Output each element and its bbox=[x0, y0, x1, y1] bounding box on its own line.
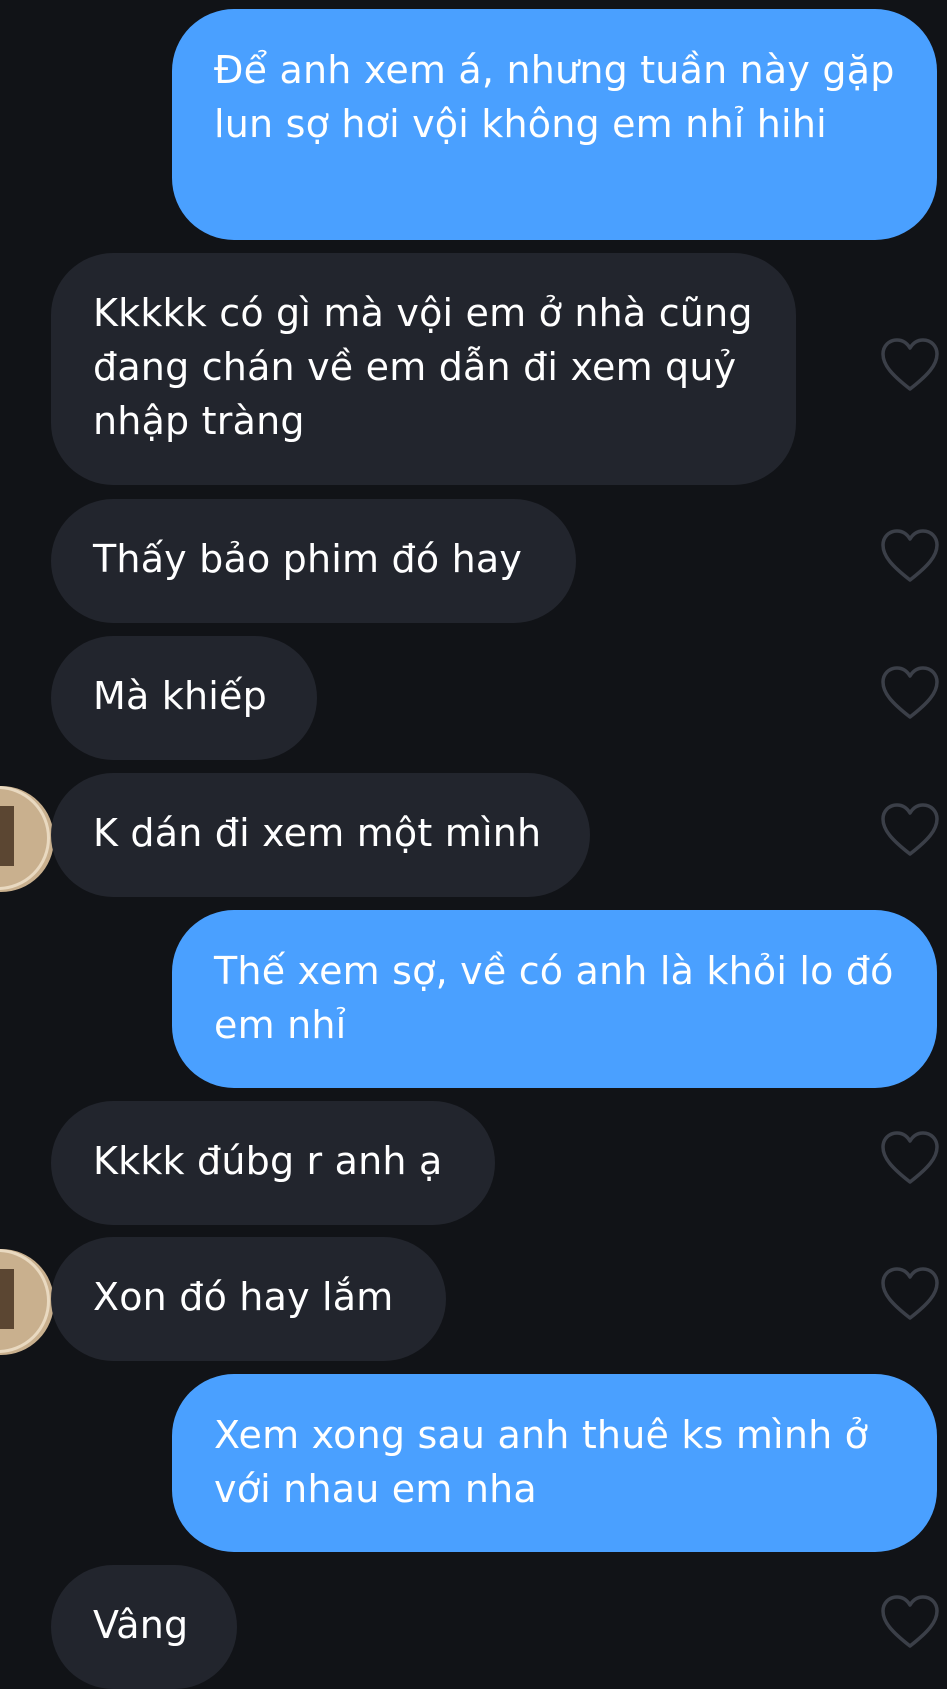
heart-icon[interactable] bbox=[880, 665, 940, 721]
heart-icon[interactable] bbox=[880, 528, 940, 584]
message-text: Xon đó hay lắm bbox=[93, 1275, 394, 1319]
outgoing-message-bubble[interactable]: Để anh xem á, nhưng tuần này gặp lun sợ … bbox=[172, 9, 937, 240]
message-text: Kkkkk có gì mà vội em ở nhà cũng đang ch… bbox=[93, 291, 753, 443]
outgoing-message-bubble[interactable]: Thế xem sợ, về có anh là khỏi lo đó em n… bbox=[172, 910, 937, 1088]
heart-icon[interactable] bbox=[880, 802, 940, 858]
contact-avatar[interactable] bbox=[0, 1249, 54, 1355]
avatar-ring bbox=[0, 786, 50, 890]
message-text: Mà khiếp bbox=[93, 674, 267, 718]
chat-thread: Để anh xem á, nhưng tuần này gặp lun sợ … bbox=[0, 0, 947, 1689]
incoming-message-bubble[interactable]: Kkkk đúbg r anh ạ bbox=[51, 1101, 495, 1225]
contact-avatar[interactable] bbox=[0, 786, 54, 892]
heart-icon[interactable] bbox=[880, 1266, 940, 1322]
incoming-message-bubble[interactable]: Vâng bbox=[51, 1565, 237, 1689]
message-text: Kkkk đúbg r anh ạ bbox=[93, 1139, 443, 1183]
incoming-message-bubble[interactable]: Kkkkk có gì mà vội em ở nhà cũng đang ch… bbox=[51, 253, 796, 485]
incoming-message-bubble[interactable]: Thấy bảo phim đó hay bbox=[51, 499, 576, 623]
message-text: Thế xem sợ, về có anh là khỏi lo đó em n… bbox=[214, 949, 894, 1047]
message-text: K dán đi xem một mình bbox=[93, 811, 542, 855]
heart-icon[interactable] bbox=[880, 1594, 940, 1650]
message-text: Để anh xem á, nhưng tuần này gặp lun sợ … bbox=[214, 48, 895, 146]
incoming-message-bubble[interactable]: Xon đó hay lắm bbox=[51, 1237, 446, 1361]
heart-icon[interactable] bbox=[880, 337, 940, 393]
message-text: Xem xong sau anh thuê ks mình ở với nhau… bbox=[214, 1413, 869, 1511]
outgoing-message-bubble[interactable]: Xem xong sau anh thuê ks mình ở với nhau… bbox=[172, 1374, 937, 1552]
incoming-message-bubble[interactable]: Mà khiếp bbox=[51, 636, 317, 760]
avatar-ring bbox=[0, 1249, 50, 1353]
incoming-message-bubble[interactable]: K dán đi xem một mình bbox=[51, 773, 590, 897]
message-text: Thấy bảo phim đó hay bbox=[93, 537, 523, 581]
heart-icon[interactable] bbox=[880, 1130, 940, 1186]
message-text: Vâng bbox=[93, 1603, 189, 1647]
